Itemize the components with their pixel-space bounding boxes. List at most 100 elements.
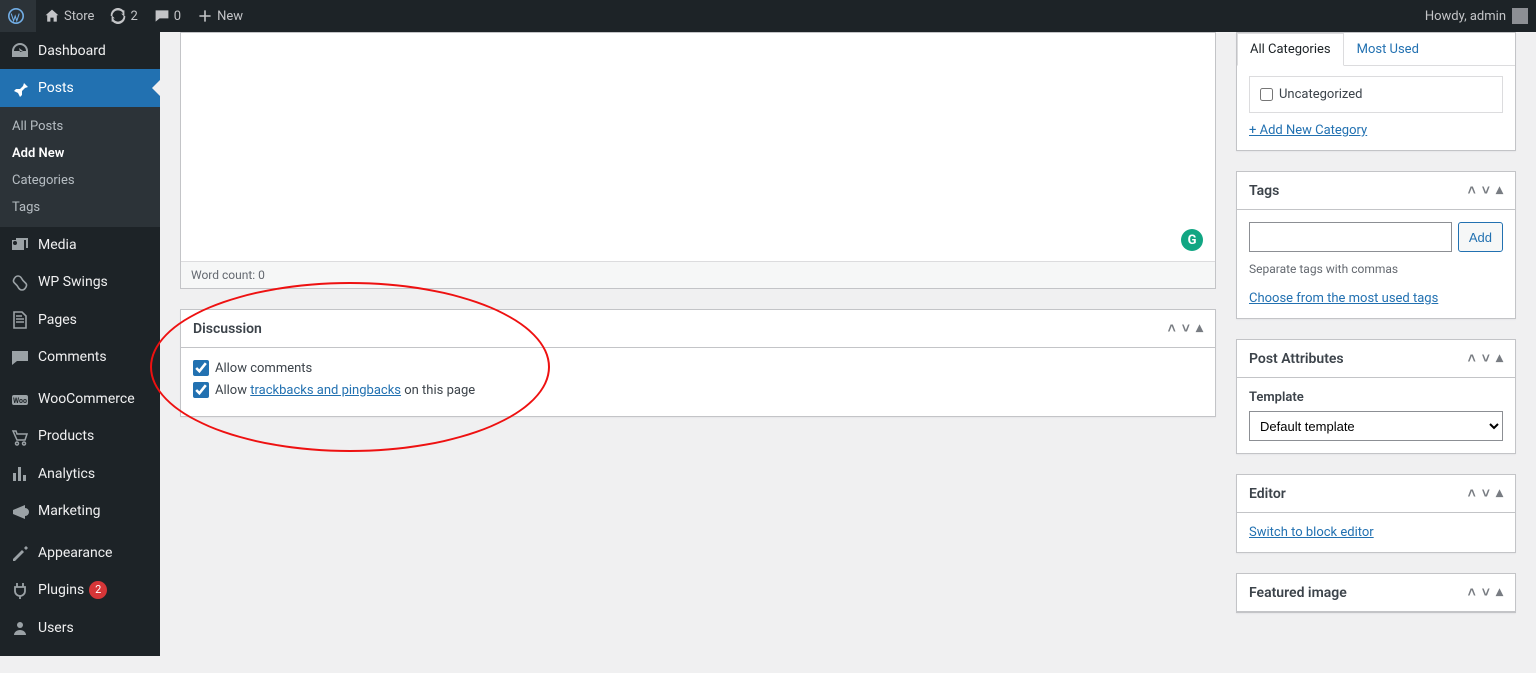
panel-toggle-icon[interactable]: ▴	[1496, 350, 1503, 367]
tab-all-categories[interactable]: All Categories	[1237, 33, 1344, 66]
menu-products-label: Products	[38, 428, 94, 444]
menu-plugins[interactable]: Plugins 2	[0, 572, 160, 609]
tab-most-used[interactable]: Most Used	[1344, 33, 1432, 65]
allow-comments-checkbox[interactable]	[193, 360, 209, 376]
menu-wpswings[interactable]: WP Swings	[0, 264, 160, 301]
add-new-category-link[interactable]: + Add New Category	[1249, 123, 1367, 138]
tags-title: Tags	[1249, 183, 1279, 199]
categories-tabs: All Categories Most Used	[1237, 33, 1515, 66]
allow-comments-label[interactable]: Allow comments	[215, 361, 312, 376]
my-account-link[interactable]: Howdy, admin	[1417, 0, 1536, 32]
allow-pingbacks-label[interactable]: Allow trackbacks and pingbacks on this p…	[215, 383, 475, 398]
new-content-link[interactable]: New	[189, 0, 251, 32]
allow-pingbacks-prefix: Allow	[215, 383, 250, 398]
discussion-panel: Discussion ˄ ˅ ▴ Allow comments	[180, 309, 1216, 417]
panel-move-down-icon[interactable]: ˅	[1482, 182, 1490, 199]
discussion-panel-header[interactable]: Discussion ˄ ˅ ▴	[181, 310, 1215, 348]
menu-tools[interactable]: Tools	[0, 646, 160, 656]
post-attributes-panel: Post Attributes ˄ ˅ ▴ Template Default t…	[1236, 339, 1516, 454]
panel-move-down-icon[interactable]: ˅	[1482, 584, 1490, 601]
menu-pages[interactable]: Pages	[0, 301, 160, 338]
editor-panel-header[interactable]: Editor ˄ ˅ ▴	[1237, 475, 1515, 513]
menu-products[interactable]: Products	[0, 418, 160, 455]
submenu-all-posts[interactable]: All Posts	[0, 113, 160, 140]
menu-media[interactable]: Media	[0, 227, 160, 264]
discussion-title: Discussion	[193, 321, 262, 337]
allow-pingbacks-checkbox[interactable]	[193, 382, 209, 398]
pages-icon	[10, 309, 30, 330]
panel-move-up-icon[interactable]: ˄	[1468, 350, 1476, 367]
wpswings-icon	[10, 272, 30, 293]
woocommerce-icon: Woo	[10, 389, 30, 410]
comments-link[interactable]: 0	[146, 0, 189, 32]
wp-logo-menu[interactable]	[0, 0, 36, 32]
panel-toggle-icon[interactable]: ▴	[1496, 182, 1503, 199]
menu-wpswings-label: WP Swings	[38, 274, 108, 290]
choose-tags-link[interactable]: Choose from the most used tags	[1249, 291, 1438, 306]
menu-dashboard[interactable]: Dashboard	[0, 32, 160, 69]
panel-move-down-icon[interactable]: ˅	[1182, 320, 1190, 337]
dashboard-icon	[10, 40, 30, 61]
menu-woocommerce[interactable]: Woo WooCommerce	[0, 381, 160, 418]
site-name-link[interactable]: Store	[36, 0, 102, 32]
menu-posts[interactable]: Posts	[0, 69, 160, 106]
panel-move-down-icon[interactable]: ˅	[1482, 485, 1490, 502]
users-icon	[10, 617, 30, 638]
add-tag-button[interactable]: Add	[1458, 222, 1503, 252]
editor-word-count: Word count: 0	[181, 261, 1215, 288]
cat-uncategorized-checkbox[interactable]	[1260, 88, 1273, 101]
products-icon	[10, 426, 30, 447]
switch-editor-link[interactable]: Switch to block editor	[1249, 525, 1374, 540]
svg-text:Woo: Woo	[13, 397, 27, 405]
template-select[interactable]: Default template	[1249, 411, 1503, 441]
grammarly-icon[interactable]: G	[1181, 229, 1203, 251]
submenu-tags[interactable]: Tags	[0, 194, 160, 221]
tags-panel: Tags ˄ ˅ ▴ Add Separate tags with commas…	[1236, 171, 1516, 319]
submenu-add-new[interactable]: Add New	[0, 140, 160, 167]
tags-input[interactable]	[1249, 222, 1452, 252]
post-attributes-title: Post Attributes	[1249, 351, 1344, 367]
marketing-icon	[10, 500, 30, 521]
menu-comments[interactable]: Comments	[0, 338, 160, 375]
tags-panel-header[interactable]: Tags ˄ ˅ ▴	[1237, 172, 1515, 210]
admin-sidebar: Dashboard Posts All Posts Add New Catego…	[0, 32, 160, 656]
post-editor-body[interactable]: G	[181, 33, 1215, 261]
media-icon	[10, 235, 30, 256]
comment-icon	[154, 8, 170, 24]
menu-woocommerce-label: WooCommerce	[38, 391, 135, 407]
cat-uncategorized-label: Uncategorized	[1279, 87, 1362, 102]
menu-users-label: Users	[38, 620, 74, 636]
menu-comments-label: Comments	[38, 349, 107, 365]
menu-appearance-label: Appearance	[38, 545, 112, 561]
panel-move-up-icon[interactable]: ˄	[1468, 182, 1476, 199]
panel-toggle-icon[interactable]: ▴	[1196, 320, 1203, 337]
featured-image-title: Featured image	[1249, 585, 1347, 601]
menu-appearance[interactable]: Appearance	[0, 535, 160, 572]
menu-analytics[interactable]: Analytics	[0, 455, 160, 492]
menu-posts-label: Posts	[38, 80, 74, 96]
post-editor-panel: G Word count: 0	[180, 32, 1216, 289]
featured-image-header[interactable]: Featured image ˄ ˅ ▴	[1237, 574, 1515, 612]
editor-panel: Editor ˄ ˅ ▴ Switch to block editor	[1236, 474, 1516, 553]
submenu-categories[interactable]: Categories	[0, 167, 160, 194]
plugins-icon	[10, 580, 30, 601]
updates-link[interactable]: 2	[102, 0, 145, 32]
panel-toggle-icon[interactable]: ▴	[1496, 485, 1503, 502]
tags-help-text: Separate tags with commas	[1249, 262, 1503, 276]
post-attributes-header[interactable]: Post Attributes ˄ ˅ ▴	[1237, 340, 1515, 378]
panel-move-up-icon[interactable]: ˄	[1468, 485, 1476, 502]
appearance-icon	[10, 543, 30, 564]
category-list[interactable]: Uncategorized	[1249, 76, 1503, 113]
panel-toggle-icon[interactable]: ▴	[1496, 584, 1503, 601]
menu-dashboard-label: Dashboard	[38, 43, 106, 59]
panel-move-up-icon[interactable]: ˄	[1168, 320, 1176, 337]
categories-panel: All Categories Most Used Uncategorized +…	[1236, 32, 1516, 151]
updates-count: 2	[130, 9, 137, 24]
panel-move-down-icon[interactable]: ˅	[1482, 350, 1490, 367]
menu-marketing-label: Marketing	[38, 503, 101, 519]
menu-plugins-label: Plugins	[38, 582, 84, 598]
trackbacks-link[interactable]: trackbacks and pingbacks	[250, 383, 401, 398]
menu-users[interactable]: Users	[0, 609, 160, 646]
menu-marketing[interactable]: Marketing	[0, 492, 160, 529]
panel-move-up-icon[interactable]: ˄	[1468, 584, 1476, 601]
